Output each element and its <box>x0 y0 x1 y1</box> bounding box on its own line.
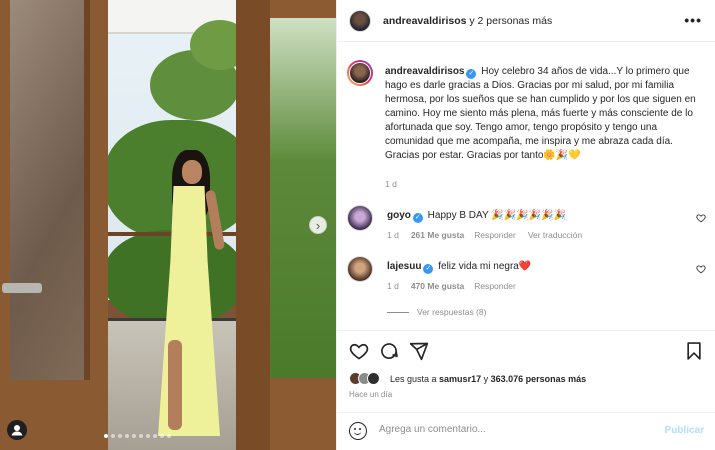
post-timestamp[interactable]: Hace un día <box>349 390 392 399</box>
likes-middle: y <box>481 374 491 384</box>
verified-icon: ✓ <box>466 69 477 79</box>
caption-text: Hoy celebro 34 años de vida...Y lo prime… <box>385 66 696 161</box>
carousel-dot <box>104 434 108 438</box>
collaborators-text[interactable]: y 2 personas más <box>466 15 552 27</box>
avatar[interactable] <box>347 205 373 231</box>
bookmark-icon[interactable] <box>684 341 704 361</box>
comment-meta: 1 d 470 Me gusta Responder <box>387 281 528 291</box>
share-icon[interactable] <box>409 341 429 361</box>
comment-input[interactable] <box>379 424 649 435</box>
avatar[interactable] <box>347 256 373 282</box>
reply-button[interactable]: Responder <box>474 230 516 240</box>
carousel-dot <box>153 434 157 438</box>
photo-door-handle <box>2 283 42 293</box>
emoji-icon[interactable] <box>349 422 367 440</box>
photo-face <box>182 160 202 184</box>
translate-button[interactable]: Ver traducción <box>528 230 582 240</box>
photo-door-glass <box>10 0 90 380</box>
likes-count[interactable]: 363.076 personas más <box>491 374 587 384</box>
comment-time: 1 d <box>387 230 399 240</box>
photo-door-left <box>0 0 108 450</box>
post-photo[interactable]: › <box>0 0 336 450</box>
likes-user[interactable]: samusr17 <box>439 374 481 384</box>
author-username[interactable]: andreavaldirisos <box>383 15 466 27</box>
verified-icon: ✓ <box>412 213 423 223</box>
view-replies-button[interactable]: Ver respuestas (8) <box>387 307 486 317</box>
photo-arm <box>204 189 226 251</box>
heart-icon[interactable] <box>696 213 706 226</box>
list-item: goyo ✓ Happy B DAY 🎉🎉🎉🎉🎉🎉 1 d 261 Me gusta… <box>337 205 715 245</box>
carousel-dot <box>139 434 143 438</box>
post-side-panel: andreavaldirisos y 2 personas más ••• an… <box>336 0 715 450</box>
comment-icon[interactable] <box>379 341 399 361</box>
list-item: lajesuu ✓ feliz vida mi negra❤️ 1 d 470 Me… <box>337 256 715 296</box>
comment-text: feliz vida mi negra❤️ <box>438 261 532 272</box>
likes-text: Les gusta a samusr17 y 363.076 personas … <box>390 374 586 384</box>
comment-username[interactable]: goyo <box>387 210 411 221</box>
comment-likes[interactable]: 470 Me gusta <box>411 281 464 291</box>
comment-likes[interactable]: 261 Me gusta <box>411 230 464 240</box>
avatar[interactable] <box>349 10 371 32</box>
carousel-dot <box>132 434 136 438</box>
avatar-image <box>349 62 371 84</box>
comment-body: goyo ✓ Happy B DAY 🎉🎉🎉🎉🎉🎉 <box>387 210 566 223</box>
replies-divider <box>387 312 409 314</box>
photo-door-glass <box>270 18 336 378</box>
chevron-right-icon[interactable]: › <box>309 216 327 234</box>
carousel-dot <box>160 434 164 438</box>
view-replies-label: Ver respuestas (8) <box>417 307 487 317</box>
caption-username[interactable]: andreavaldirisos <box>385 66 464 77</box>
post-header: andreavaldirisos y 2 personas más ••• <box>337 0 715 42</box>
comment-meta: 1 d 261 Me gusta Responder Ver traducción <box>387 230 594 240</box>
reply-button[interactable]: Responder <box>474 281 516 291</box>
carousel-dot <box>125 434 129 438</box>
person-icon[interactable] <box>7 420 27 440</box>
avatar[interactable] <box>367 372 380 385</box>
heart-icon[interactable] <box>349 341 369 361</box>
comment-composer: Publicar <box>337 412 715 450</box>
carousel-dot <box>118 434 122 438</box>
action-bar <box>337 330 715 370</box>
more-options-icon[interactable]: ••• <box>684 12 702 28</box>
carousel-dots <box>104 434 171 438</box>
avatar[interactable] <box>347 60 373 86</box>
heart-icon[interactable] <box>696 264 706 277</box>
comment-time: 1 d <box>387 281 399 291</box>
photo-door-frame <box>236 0 270 450</box>
carousel-dot <box>146 434 150 438</box>
post-caption: andreavaldirisos ✓ Hoy celebro 34 años de… <box>385 65 707 163</box>
comment-body: lajesuu ✓ feliz vida mi negra❤️ <box>387 261 531 274</box>
carousel-dot <box>167 434 171 438</box>
photo-leg <box>168 340 182 430</box>
photo-woman <box>138 150 230 440</box>
comment-text: Happy B DAY 🎉🎉🎉🎉🎉🎉 <box>427 210 566 221</box>
comment-username[interactable]: lajesuu <box>387 261 421 272</box>
likes-prefix: Les gusta a <box>390 374 440 384</box>
publish-button[interactable]: Publicar <box>665 425 704 436</box>
caption-time: 1 d <box>385 179 397 189</box>
post-author-line: andreavaldirisos y 2 personas más <box>383 15 552 27</box>
carousel-dot <box>111 434 115 438</box>
verified-icon: ✓ <box>423 264 434 274</box>
